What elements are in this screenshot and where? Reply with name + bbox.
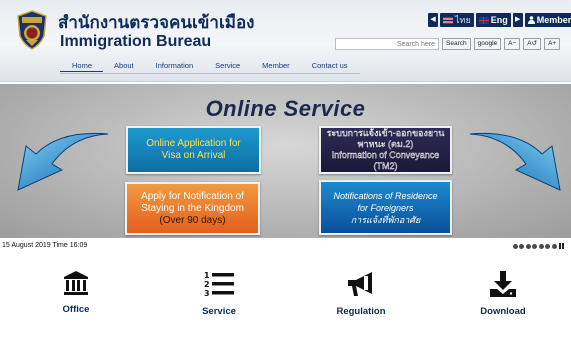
slide-dot[interactable]	[512, 243, 518, 249]
search-button[interactable]: Search	[442, 38, 471, 50]
nav-item-home[interactable]: Home	[60, 60, 104, 72]
online-service-banner: Online Service Online Application for Vi…	[0, 84, 571, 238]
date-time-text: 15 August 2019 Time 16:09	[2, 242, 88, 249]
quick-link-label: Regulation	[336, 306, 386, 317]
font-increase-button[interactable]: A+	[544, 38, 561, 50]
slider-pagination	[512, 243, 566, 249]
slide-dot[interactable]	[525, 243, 531, 249]
conveyance-tm2-tile[interactable]: ระบบการแจ้งเข้า-ออกของยานพาหนะ (ตม.2) In…	[319, 126, 452, 174]
megaphone-icon	[348, 272, 372, 296]
tile-line: Staying in the Kingdom	[141, 202, 244, 214]
google-search-button[interactable]: google	[473, 38, 502, 50]
banner-title: Online Service	[205, 96, 366, 121]
nav-item-information[interactable]: Information	[145, 60, 205, 72]
pause-icon[interactable]	[559, 243, 565, 249]
slide-dot[interactable]	[532, 243, 537, 249]
thai-language-label: ไทย	[455, 15, 471, 25]
download-icon	[490, 271, 516, 297]
member-button[interactable]: Member	[524, 13, 571, 27]
tile-line: การแจ้งที่พักอาศัย	[350, 214, 421, 225]
main-nav: Home About Information Service Member Co…	[60, 60, 359, 72]
site-title-thai: สำนักงานตรวจคนเข้าเมือง	[58, 13, 255, 32]
english-language-button[interactable]: Eng	[475, 13, 511, 27]
nav-item-contact-us[interactable]: Contact us	[301, 60, 359, 72]
svg-text:1: 1	[204, 271, 210, 280]
nav-item-service[interactable]: Service	[204, 60, 251, 72]
quick-link-regulation[interactable]: Regulation	[306, 270, 416, 317]
nav-item-member[interactable]: Member	[251, 60, 301, 72]
immigration-logo-icon[interactable]	[16, 10, 48, 50]
slide-dot[interactable]	[519, 243, 524, 249]
nav-divider	[60, 73, 360, 74]
residence-notification-tile[interactable]: Notifications of Residence for Foreigner…	[319, 180, 452, 235]
building-icon	[64, 271, 88, 295]
tile-line: ระบบการแจ้งเข้า-ออกของยานพาหนะ (ตม.2)	[326, 128, 445, 149]
tile-line: Online Application for	[146, 138, 241, 149]
site-title-english: Immigration Bureau	[60, 33, 212, 50]
thai-language-button[interactable]: ไทย	[440, 13, 474, 27]
quick-link-label: Office	[62, 304, 90, 315]
page: สำนักงานตรวจคนเข้าเมือง Immigration Bure…	[0, 0, 571, 338]
lang-next-arrow-icon[interactable]: ▶	[512, 13, 523, 27]
user-icon	[527, 16, 535, 24]
english-language-label: Eng	[490, 15, 508, 25]
site-header: สำนักงานตรวจคนเข้าเมือง Immigration Bure…	[0, 0, 571, 82]
thai-flag-icon	[443, 16, 453, 24]
quick-link-service[interactable]: 1 2 3 Service	[164, 270, 274, 317]
font-decrease-button[interactable]: A−	[504, 38, 521, 50]
language-bar: ◀ ไทย Eng ▶ Member	[428, 13, 571, 27]
uk-flag-icon	[478, 16, 489, 24]
slide-dot[interactable]	[551, 243, 557, 249]
previous-slide-arrow-icon[interactable]	[12, 130, 112, 210]
tile-line: (TM2)	[373, 161, 398, 171]
quick-link-label: Download	[480, 306, 526, 317]
member-label: Member	[536, 15, 571, 25]
quick-link-office[interactable]: Office	[21, 270, 131, 315]
visa-on-arrival-tile[interactable]: Online Application for Visa on Arrival	[126, 126, 261, 174]
search-input[interactable]	[335, 38, 439, 50]
tile-line: Visa on Arrival	[161, 150, 226, 161]
ninety-day-notification-tile[interactable]: Apply for Notification of Staying in the…	[125, 182, 260, 235]
slide-dot[interactable]	[545, 243, 550, 249]
tile-line: (Over 90 days)	[159, 214, 226, 226]
nav-item-about[interactable]: About	[103, 60, 145, 72]
svg-text:2: 2	[204, 280, 210, 289]
tile-line: Apply for Notification of	[141, 190, 244, 202]
tile-line: for Foreigners	[357, 202, 414, 213]
quick-link-download[interactable]: Download	[448, 270, 558, 317]
lang-prev-arrow-icon[interactable]: ◀	[428, 13, 438, 27]
font-reset-button[interactable]: A↺	[523, 38, 542, 50]
quick-link-label: Service	[202, 306, 236, 317]
tile-line: Information of Conveyance	[331, 150, 440, 160]
svg-text:3: 3	[204, 289, 210, 298]
tile-line: Notifications of Residence	[333, 190, 438, 201]
next-slide-arrow-icon[interactable]	[466, 130, 566, 210]
numbered-list-icon: 1 2 3	[204, 271, 234, 298]
search-row: Search google A− A↺ A+	[335, 38, 561, 50]
slide-dot[interactable]	[538, 243, 544, 249]
